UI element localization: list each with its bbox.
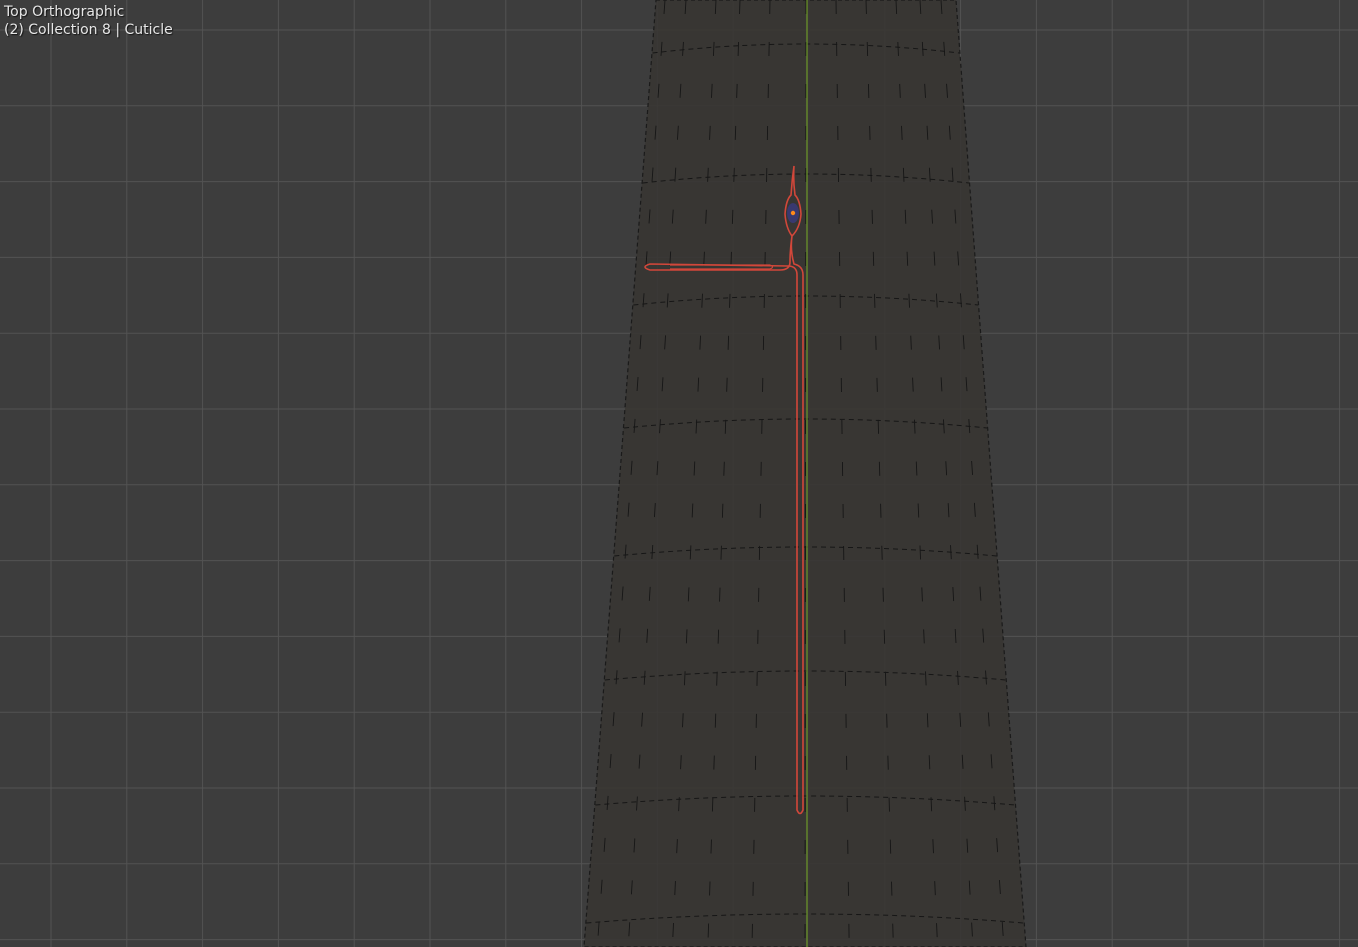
object-info-label: (2) Collection 8 | Cuticle <box>4 22 173 38</box>
cylinder-mesh[interactable] <box>583 0 1027 947</box>
viewport-canvas[interactable] <box>0 0 1358 947</box>
view-name-label: Top Orthographic <box>4 4 125 20</box>
object-origin-icon[interactable] <box>790 210 796 216</box>
3d-viewport[interactable]: Top Orthographic (2) Collection 8 | Cuti… <box>0 0 1358 947</box>
